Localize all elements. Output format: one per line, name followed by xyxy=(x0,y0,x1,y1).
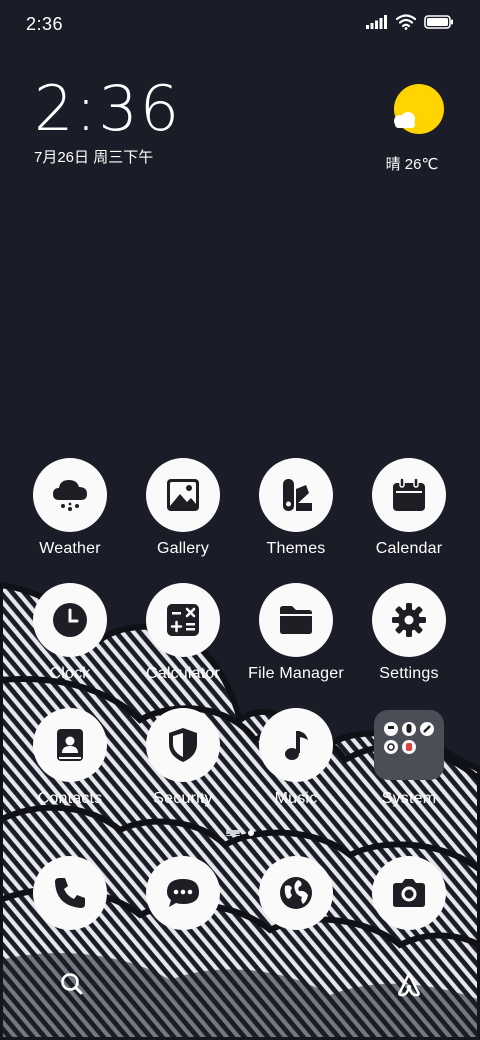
dock-camera[interactable] xyxy=(353,856,465,930)
status-icons xyxy=(366,14,454,30)
clock-widget[interactable]: 2:36 7月26日 周三下午 xyxy=(34,78,181,167)
phone-icon xyxy=(33,856,107,930)
status-time: 2:36 xyxy=(26,14,64,34)
app-label: Music xyxy=(274,790,318,807)
app-label: System xyxy=(381,790,437,807)
widget-date: 7月26日 周三下午 xyxy=(34,149,154,166)
app-themes[interactable]: Themes xyxy=(240,458,352,558)
sun-cloud-icon xyxy=(394,84,444,134)
app-label: Settings xyxy=(379,665,439,682)
app-gallery[interactable]: Gallery xyxy=(127,458,239,558)
dock-messages[interactable] xyxy=(127,856,239,930)
app-weather[interactable]: Weather xyxy=(14,458,126,558)
widget-time: 2:36 xyxy=(34,72,182,145)
messages-icon xyxy=(146,856,220,930)
app-calendar[interactable]: Calendar xyxy=(353,458,465,558)
gallery-icon xyxy=(146,458,220,532)
wifi-icon xyxy=(396,14,416,30)
page-indicator-lines xyxy=(226,830,240,836)
browser-icon xyxy=(259,856,333,930)
status-bar: 2:36 xyxy=(0,0,480,50)
app-file-manager[interactable]: File Manager xyxy=(240,583,352,683)
app-label: Weather xyxy=(39,540,101,557)
app-label: File Manager xyxy=(248,665,344,682)
bottom-bar xyxy=(0,966,480,1000)
page-indicator[interactable] xyxy=(0,830,480,836)
signal-icon xyxy=(366,15,387,29)
weather-icon xyxy=(33,458,107,532)
app-clock[interactable]: Clock xyxy=(14,583,126,683)
page-dot-active xyxy=(248,830,254,836)
app-label: Clock xyxy=(49,665,91,682)
battery-icon xyxy=(424,15,453,29)
folder-system-icon xyxy=(374,710,444,780)
app-label: Security xyxy=(153,790,213,807)
dock-browser[interactable] xyxy=(240,856,352,930)
folder-icon xyxy=(259,583,333,657)
app-security[interactable]: Security xyxy=(127,708,239,808)
app-music[interactable]: Music xyxy=(240,708,352,808)
assistant-icon[interactable] xyxy=(394,970,424,998)
app-label: Calendar xyxy=(375,540,443,557)
weather-summary: 晴 26℃ xyxy=(385,156,439,173)
camera-icon xyxy=(372,856,446,930)
weather-widget[interactable]: 晴 26℃ xyxy=(386,84,446,174)
gear-icon xyxy=(372,583,446,657)
calendar-icon xyxy=(372,458,446,532)
music-icon xyxy=(259,708,333,782)
app-settings[interactable]: Settings xyxy=(353,583,465,683)
app-folder-system[interactable]: System xyxy=(353,710,465,808)
calculator-icon xyxy=(146,583,220,657)
app-label: Calculator xyxy=(145,665,221,682)
clock-icon xyxy=(33,583,107,657)
search-icon[interactable] xyxy=(58,970,86,998)
app-label: Contacts xyxy=(37,790,103,807)
dock-phone[interactable] xyxy=(14,856,126,930)
shield-icon xyxy=(146,708,220,782)
app-label: Gallery xyxy=(156,540,210,557)
contacts-icon xyxy=(33,708,107,782)
app-contacts[interactable]: Contacts xyxy=(14,708,126,808)
app-calculator[interactable]: Calculator xyxy=(127,583,239,683)
app-label: Themes xyxy=(266,540,326,557)
themes-icon xyxy=(259,458,333,532)
